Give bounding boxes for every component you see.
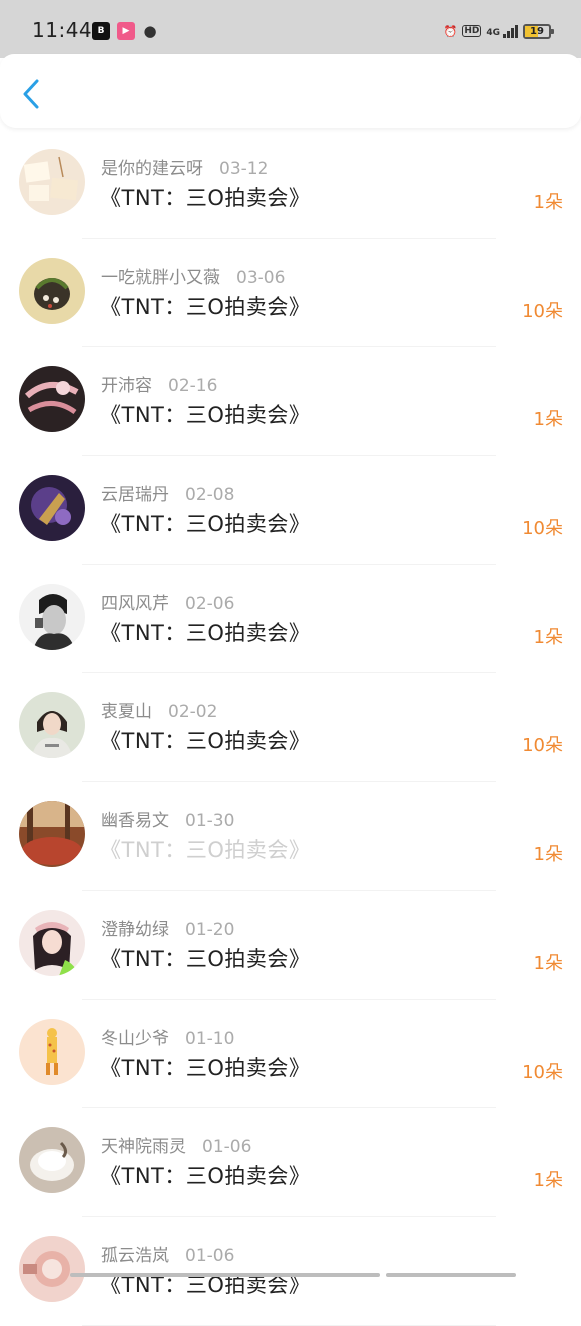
sender-line: 一吃就胖小又薇 03-06 bbox=[101, 263, 285, 288]
gift-date: 01-30 bbox=[185, 811, 235, 832]
sender-line: 是你的建云呀 03-12 bbox=[101, 154, 268, 179]
work-title[interactable]: 《TNT：三O拍卖会》 bbox=[100, 399, 310, 429]
work-title[interactable]: 《TNT：三O拍卖会》 bbox=[100, 291, 310, 321]
list-item[interactable]: 开沛容 02-16 《TNT：三O拍卖会》 1朵 bbox=[0, 347, 581, 457]
work-title[interactable]: 《TNT：三O拍卖会》 bbox=[100, 725, 310, 755]
bilibili-app-icon: B bbox=[92, 22, 110, 40]
list-item[interactable]: 云居瑞丹 02-08 《TNT：三O拍卖会》 10朵 bbox=[0, 456, 581, 565]
gift-date: 02-02 bbox=[168, 702, 218, 723]
divider bbox=[82, 1324, 496, 1326]
gift-amount: 10朵 bbox=[522, 518, 563, 540]
work-title[interactable]: 《TNT：三O拍卖会》 bbox=[100, 508, 310, 538]
navigation-bar bbox=[0, 54, 581, 128]
work-title[interactable]: 《TNT：三O拍卖会》 bbox=[100, 1052, 310, 1082]
gift-amount: 10朵 bbox=[522, 735, 563, 757]
sender-line: 澄静幼绿 01-20 bbox=[101, 915, 234, 940]
work-title[interactable]: 《TNT：三O拍卖会》 bbox=[100, 182, 310, 212]
list-item[interactable]: 幽香易文 01-30 《TNT：三O拍卖会》 1朵 bbox=[0, 782, 581, 891]
gift-date: 01-06 bbox=[202, 1137, 252, 1158]
list-item[interactable]: 孤云浩岚 01-06 《TNT：三O拍卖会》 bbox=[0, 1217, 581, 1326]
gift-amount: 10朵 bbox=[522, 1061, 563, 1083]
list-item[interactable]: 四风风芹 02-06 《TNT：三O拍卖会》 1朵 bbox=[0, 565, 581, 674]
wechat-icon: ● bbox=[143, 22, 157, 40]
work-title[interactable]: 《TNT：三O拍卖会》 bbox=[100, 617, 310, 647]
gift-record-list: 是你的建云呀 03-12 《TNT：三O拍卖会》 1朵 一吃就胖小又薇 03-06 … bbox=[0, 130, 581, 1326]
sender-name: 云居瑞丹 bbox=[101, 485, 169, 506]
avatar[interactable] bbox=[19, 801, 85, 868]
gift-amount: 1朵 bbox=[533, 626, 563, 648]
status-time: 11:44 bbox=[32, 18, 93, 42]
gift-date: 01-06 bbox=[185, 1245, 235, 1266]
sender-name: 是你的建云呀 bbox=[101, 159, 203, 179]
sender-name: 澄静幼绿 bbox=[101, 919, 169, 940]
avatar[interactable] bbox=[19, 149, 85, 215]
sender-line: 四风风芹 02-06 bbox=[101, 589, 234, 614]
avatar[interactable] bbox=[19, 692, 85, 759]
sender-name: 一吃就胖小又薇 bbox=[101, 267, 220, 288]
gift-date: 01-20 bbox=[185, 919, 235, 940]
sender-line: 孤云浩岚 01-06 bbox=[101, 1241, 234, 1266]
list-item[interactable]: 冬山少爷 01-10 《TNT：三O拍卖会》 10朵 bbox=[0, 1000, 581, 1109]
sender-line: 幽香易文 01-30 bbox=[101, 806, 234, 831]
gift-date: 02-06 bbox=[185, 593, 235, 614]
work-title[interactable]: 《TNT：三O拍卖会》 bbox=[100, 1160, 310, 1190]
scroll-indicator bbox=[70, 1273, 380, 1277]
status-bar: 11:44 B ▶ ● ⏰ HD 4G 19 bbox=[0, 0, 581, 58]
list-item[interactable]: 一吃就胖小又薇 03-06 《TNT：三O拍卖会》 10朵 bbox=[0, 239, 581, 348]
sender-name: 冬山少爷 bbox=[101, 1028, 169, 1049]
gift-amount: 1朵 bbox=[533, 192, 563, 213]
network-type: 4G bbox=[486, 27, 500, 38]
avatar[interactable] bbox=[19, 1127, 85, 1194]
sender-name: 幽香易文 bbox=[101, 811, 169, 832]
avatar[interactable] bbox=[19, 1018, 85, 1085]
gift-amount: 1朵 bbox=[533, 952, 563, 974]
sender-name: 四风风芹 bbox=[101, 593, 169, 614]
sender-line: 云居瑞丹 02-08 bbox=[101, 480, 234, 505]
gift-date: 01-10 bbox=[185, 1028, 235, 1049]
sender-line: 冬山少爷 01-10 bbox=[101, 1024, 234, 1049]
gift-date: 02-08 bbox=[185, 485, 235, 506]
avatar[interactable] bbox=[19, 583, 85, 650]
gift-amount: 1朵 bbox=[533, 409, 563, 431]
avatar[interactable] bbox=[19, 475, 85, 542]
battery-icon: 19 bbox=[523, 23, 554, 39]
avatar[interactable] bbox=[19, 257, 85, 324]
sender-line: 天神院雨灵 01-06 bbox=[101, 1132, 251, 1157]
gift-amount: 1朵 bbox=[533, 1170, 563, 1192]
status-indicators: ⏰ HD 4G 19 bbox=[443, 21, 554, 41]
battery-level: 19 bbox=[530, 25, 544, 37]
back-button[interactable] bbox=[14, 74, 50, 110]
sender-name: 衷夏山 bbox=[101, 702, 152, 723]
gift-date: 03-06 bbox=[236, 267, 286, 288]
sender-line: 衷夏山 02-02 bbox=[101, 697, 217, 722]
work-title[interactable]: 《TNT：三O拍卖会》 bbox=[100, 834, 310, 864]
scroll-indicator-2 bbox=[386, 1273, 516, 1277]
sender-name: 孤云浩岚 bbox=[101, 1245, 169, 1266]
avatar[interactable] bbox=[19, 1235, 85, 1302]
hd-icon: HD bbox=[462, 25, 482, 37]
list-item[interactable]: 衷夏山 02-02 《TNT：三O拍卖会》 10朵 bbox=[0, 673, 581, 783]
work-title[interactable]: 《TNT：三O拍卖会》 bbox=[100, 943, 310, 973]
gift-date: 02-16 bbox=[168, 376, 218, 397]
video-app-icon: ▶ bbox=[117, 22, 135, 40]
chevron-left-icon bbox=[23, 79, 39, 109]
sender-name: 天神院雨灵 bbox=[101, 1137, 186, 1158]
gift-date: 03-12 bbox=[219, 159, 269, 179]
list-item[interactable]: 天神院雨灵 01-06 《TNT：三O拍卖会》 1朵 bbox=[0, 1108, 581, 1217]
signal-icon: 4G bbox=[486, 24, 518, 38]
list-item[interactable]: 是你的建云呀 03-12 《TNT：三O拍卖会》 1朵 bbox=[0, 130, 581, 239]
sender-name: 开沛容 bbox=[101, 376, 152, 397]
sender-line: 开沛容 02-16 bbox=[101, 371, 217, 396]
list-item[interactable]: 澄静幼绿 01-20 《TNT：三O拍卖会》 1朵 bbox=[0, 891, 581, 1000]
avatar[interactable] bbox=[19, 909, 85, 976]
gift-amount: 1朵 bbox=[533, 844, 563, 866]
alarm-icon: ⏰ bbox=[443, 24, 458, 38]
avatar[interactable] bbox=[19, 366, 85, 433]
gift-amount: 10朵 bbox=[522, 300, 563, 322]
